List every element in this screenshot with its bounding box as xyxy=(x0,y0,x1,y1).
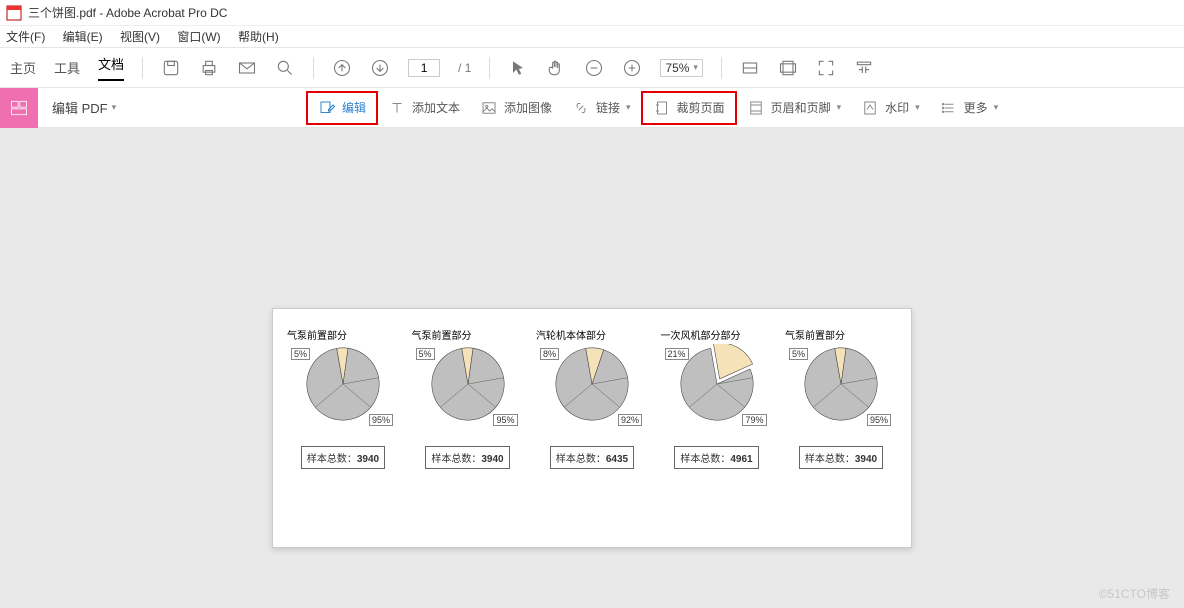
menu-bar: 文件(F) 编辑(E) 视图(V) 窗口(W) 帮助(H) xyxy=(0,26,1184,47)
sample-count-box: 样本总数：3940 xyxy=(425,446,509,469)
tab-document[interactable]: 文档 xyxy=(98,54,124,81)
separator xyxy=(489,57,490,79)
slice-label-big: 95% xyxy=(867,414,891,426)
edit-pdf-label: 编辑 PDF xyxy=(52,98,108,117)
pointer-icon[interactable] xyxy=(508,58,528,78)
chart-title: 气泵前置部分 xyxy=(287,327,347,342)
header-footer-button[interactable]: 页眉和页脚 ▾ xyxy=(737,93,852,123)
sample-count-box: 样本总数：3940 xyxy=(301,446,385,469)
edit-pdf-dropdown[interactable]: 编辑 PDF ▾ xyxy=(38,98,130,117)
menu-window[interactable]: 窗口(W) xyxy=(177,30,220,44)
edit-toolbar: 编辑 PDF ▾ 编辑 添加文本 添加图像 链接 ▾ 裁剪页面 页眉和页脚 ▾ xyxy=(0,88,1184,128)
add-text-button[interactable]: 添加文本 xyxy=(378,93,470,123)
print-icon[interactable] xyxy=(199,58,219,78)
zoom-out-icon[interactable] xyxy=(584,58,604,78)
page-count: / 1 xyxy=(458,61,471,75)
slice-label-small: 5% xyxy=(789,348,808,360)
pie-chart xyxy=(801,344,881,424)
menu-view[interactable]: 视图(V) xyxy=(120,30,160,44)
chart-title: 气泵前置部分 xyxy=(785,327,845,342)
save-icon[interactable] xyxy=(161,58,181,78)
prev-page-icon[interactable] xyxy=(332,58,352,78)
zoom-in-icon[interactable] xyxy=(622,58,642,78)
fit-page-icon[interactable] xyxy=(778,58,798,78)
document-viewport[interactable]: 气泵前置部分 5% 95% 样本总数：3940 气泵前置部分 5% 95% 样本总数：39… xyxy=(0,128,1184,608)
pie-chart xyxy=(552,344,632,424)
header-footer-icon xyxy=(747,99,765,117)
main-toolbar: 主页 工具 文档 / 1 75% ▾ xyxy=(0,47,1184,88)
tab-tools[interactable]: 工具 xyxy=(54,58,80,77)
window-title: 三个饼图.pdf - Adobe Acrobat Pro DC xyxy=(28,4,227,21)
slice-label-small: 8% xyxy=(540,348,559,360)
tab-home[interactable]: 主页 xyxy=(10,58,36,77)
pdf-file-icon xyxy=(6,5,22,21)
watermark-button[interactable]: 水印 ▾ xyxy=(851,93,930,123)
slice-label-small: 5% xyxy=(416,348,435,360)
more-label: 更多 xyxy=(964,99,988,116)
crop-page-button[interactable]: 裁剪页面 xyxy=(641,91,737,125)
pie-chart xyxy=(303,344,383,424)
source-watermark: ©51CTO博客 xyxy=(1099,585,1170,602)
window-titlebar: 三个饼图.pdf - Adobe Acrobat Pro DC xyxy=(0,0,1184,26)
crop-icon xyxy=(653,99,671,117)
chart-title: 气泵前置部分 xyxy=(412,327,472,342)
sample-count-box: 样本总数：6435 xyxy=(550,446,634,469)
pdf-page: 气泵前置部分 5% 95% 样本总数：3940 气泵前置部分 5% 95% 样本总数：39… xyxy=(272,308,912,548)
chevron-down-icon: ▾ xyxy=(626,102,631,113)
link-icon xyxy=(572,99,590,117)
slice-label-big: 95% xyxy=(369,414,393,426)
read-mode-icon[interactable] xyxy=(854,58,874,78)
next-page-icon[interactable] xyxy=(370,58,390,78)
fullscreen-icon[interactable] xyxy=(816,58,836,78)
slice-label-big: 92% xyxy=(618,414,642,426)
chart-title: 汽轮机本体部分 xyxy=(536,327,606,342)
page-number-input[interactable] xyxy=(408,59,440,77)
image-icon xyxy=(480,99,498,117)
link-label: 链接 xyxy=(596,99,620,116)
chevron-down-icon: ▾ xyxy=(837,102,842,113)
separator xyxy=(313,57,314,79)
add-image-button[interactable]: 添加图像 xyxy=(470,93,562,123)
zoom-value: 75% xyxy=(665,61,689,75)
menu-help[interactable]: 帮助(H) xyxy=(238,30,279,44)
slice-label-big: 95% xyxy=(493,414,517,426)
chevron-down-icon: ▾ xyxy=(693,62,698,73)
watermark-icon xyxy=(861,99,879,117)
watermark-label: 水印 xyxy=(885,99,909,116)
fit-width-icon[interactable] xyxy=(740,58,760,78)
crop-label: 裁剪页面 xyxy=(677,99,725,116)
text-icon xyxy=(388,99,406,117)
slice-label-small: 5% xyxy=(291,348,310,360)
sample-count-box: 样本总数：3940 xyxy=(799,446,883,469)
sample-count-box: 样本总数：4961 xyxy=(674,446,758,469)
menu-file[interactable]: 文件(F) xyxy=(6,30,45,44)
edit-pdf-mode-icon[interactable] xyxy=(0,88,38,128)
add-text-label: 添加文本 xyxy=(412,99,460,116)
chart-title: 一次风机部分部分 xyxy=(661,327,741,342)
pie-chart xyxy=(428,344,508,424)
separator xyxy=(721,57,722,79)
zoom-select[interactable]: 75% ▾ xyxy=(660,59,703,77)
add-image-label: 添加图像 xyxy=(504,99,552,116)
hand-icon[interactable] xyxy=(546,58,566,78)
header-footer-label: 页眉和页脚 xyxy=(771,99,831,116)
list-icon xyxy=(940,99,958,117)
edit-label: 编辑 xyxy=(342,99,366,116)
mail-icon[interactable] xyxy=(237,58,257,78)
slice-label-small: 21% xyxy=(665,348,689,360)
chevron-down-icon: ▾ xyxy=(915,102,920,113)
edit-button[interactable]: 编辑 xyxy=(306,91,378,125)
chevron-down-icon: ▾ xyxy=(112,102,117,113)
slice-label-big: 79% xyxy=(742,414,766,426)
edit-content-icon xyxy=(318,99,336,117)
search-icon[interactable] xyxy=(275,58,295,78)
menu-edit[interactable]: 编辑(E) xyxy=(63,30,103,44)
separator xyxy=(142,57,143,79)
more-button[interactable]: 更多 ▾ xyxy=(930,93,1009,123)
chevron-down-icon: ▾ xyxy=(994,102,999,113)
link-button[interactable]: 链接 ▾ xyxy=(562,93,641,123)
